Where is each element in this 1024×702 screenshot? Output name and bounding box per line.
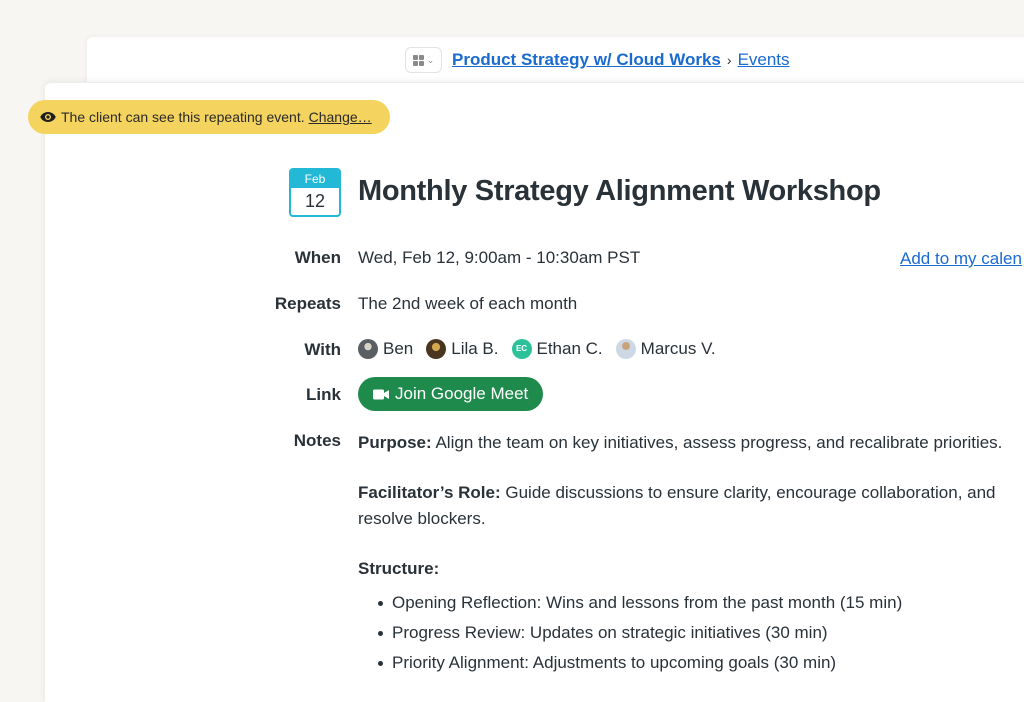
attendee[interactable]: Lila B.	[426, 339, 499, 359]
attendee-name: Ben	[383, 339, 414, 358]
structure-label: Structure:	[358, 559, 440, 578]
date-badge: Feb 12	[289, 168, 341, 217]
avatar	[615, 339, 636, 359]
list-item: Opening Reflection: Wins and lessons fro…	[376, 588, 1018, 618]
chevron-down-icon: ⌄	[426, 55, 435, 65]
attendee-name: Lila B.	[451, 339, 499, 358]
avatar	[358, 339, 378, 359]
breadcrumb-events-link[interactable]: Events	[738, 50, 790, 70]
list-item: Priority Alignment: Adjustments to upcom…	[376, 648, 1018, 678]
date-badge-day: 12	[304, 191, 326, 211]
visibility-notice-text: The client can see this repeating event.	[61, 109, 305, 125]
attendee[interactable]: Marcus V.	[615, 339, 716, 359]
list-item: Progress Review: Updates on strategic in…	[376, 618, 1018, 648]
eye-icon	[40, 111, 56, 123]
notes-label: Notes	[293, 431, 341, 450]
attendee[interactable]: Ben	[358, 339, 413, 359]
purpose-text: Align the team on key initiatives, asses…	[431, 433, 1003, 452]
add-to-calendar-link[interactable]: Add to my calen	[900, 249, 1022, 269]
avatar-initials: EC	[511, 339, 532, 359]
event-title: Monthly Strategy Alignment Workshop	[358, 175, 881, 207]
repeats-label: Repeats	[274, 294, 341, 313]
structure-list: Opening Reflection: Wins and lessons fro…	[358, 588, 1018, 678]
notes-facilitator: Facilitator’s Role: Guide discussions to…	[358, 480, 1008, 532]
event-notes: Purpose: Align the team on key initiativ…	[358, 430, 1018, 678]
grid-icon	[412, 54, 424, 66]
breadcrumb: ⌄ Product Strategy w/ Cloud Works › Even…	[405, 46, 790, 74]
attendee-name: Ethan C.	[536, 339, 603, 358]
when-value: Wed, Feb 12, 9:00am - 10:30am PST	[358, 248, 641, 267]
when-label: When	[294, 248, 341, 267]
repeats-value: The 2nd week of each month	[358, 294, 578, 313]
with-label: With	[304, 340, 341, 359]
facilitator-label: Facilitator’s Role:	[358, 483, 501, 502]
attendee-list: Ben Lila B. EC Ethan C. Marcus V.	[358, 339, 716, 359]
purpose-label: Purpose:	[358, 433, 432, 452]
breadcrumb-project-link[interactable]: Product Strategy w/ Cloud Works	[452, 50, 721, 70]
notes-purpose: Purpose: Align the team on key initiativ…	[358, 430, 1018, 456]
avatar	[426, 339, 447, 359]
attendee-name: Marcus V.	[640, 339, 716, 358]
video-camera-icon	[373, 389, 389, 400]
join-google-meet-label: Join Google Meet	[395, 384, 529, 403]
project-switcher-button[interactable]: ⌄	[405, 47, 442, 73]
date-badge-month: Feb	[291, 170, 339, 188]
attendee[interactable]: EC Ethan C.	[511, 339, 603, 359]
notes-structure-heading: Structure:	[358, 556, 1018, 582]
client-visibility-notice: The client can see this repeating event.…	[28, 100, 390, 134]
change-visibility-link[interactable]: Change…	[309, 109, 372, 125]
join-google-meet-button[interactable]: Join Google Meet	[358, 377, 543, 411]
link-label: Link	[306, 385, 341, 404]
breadcrumb-separator: ›	[726, 52, 732, 68]
